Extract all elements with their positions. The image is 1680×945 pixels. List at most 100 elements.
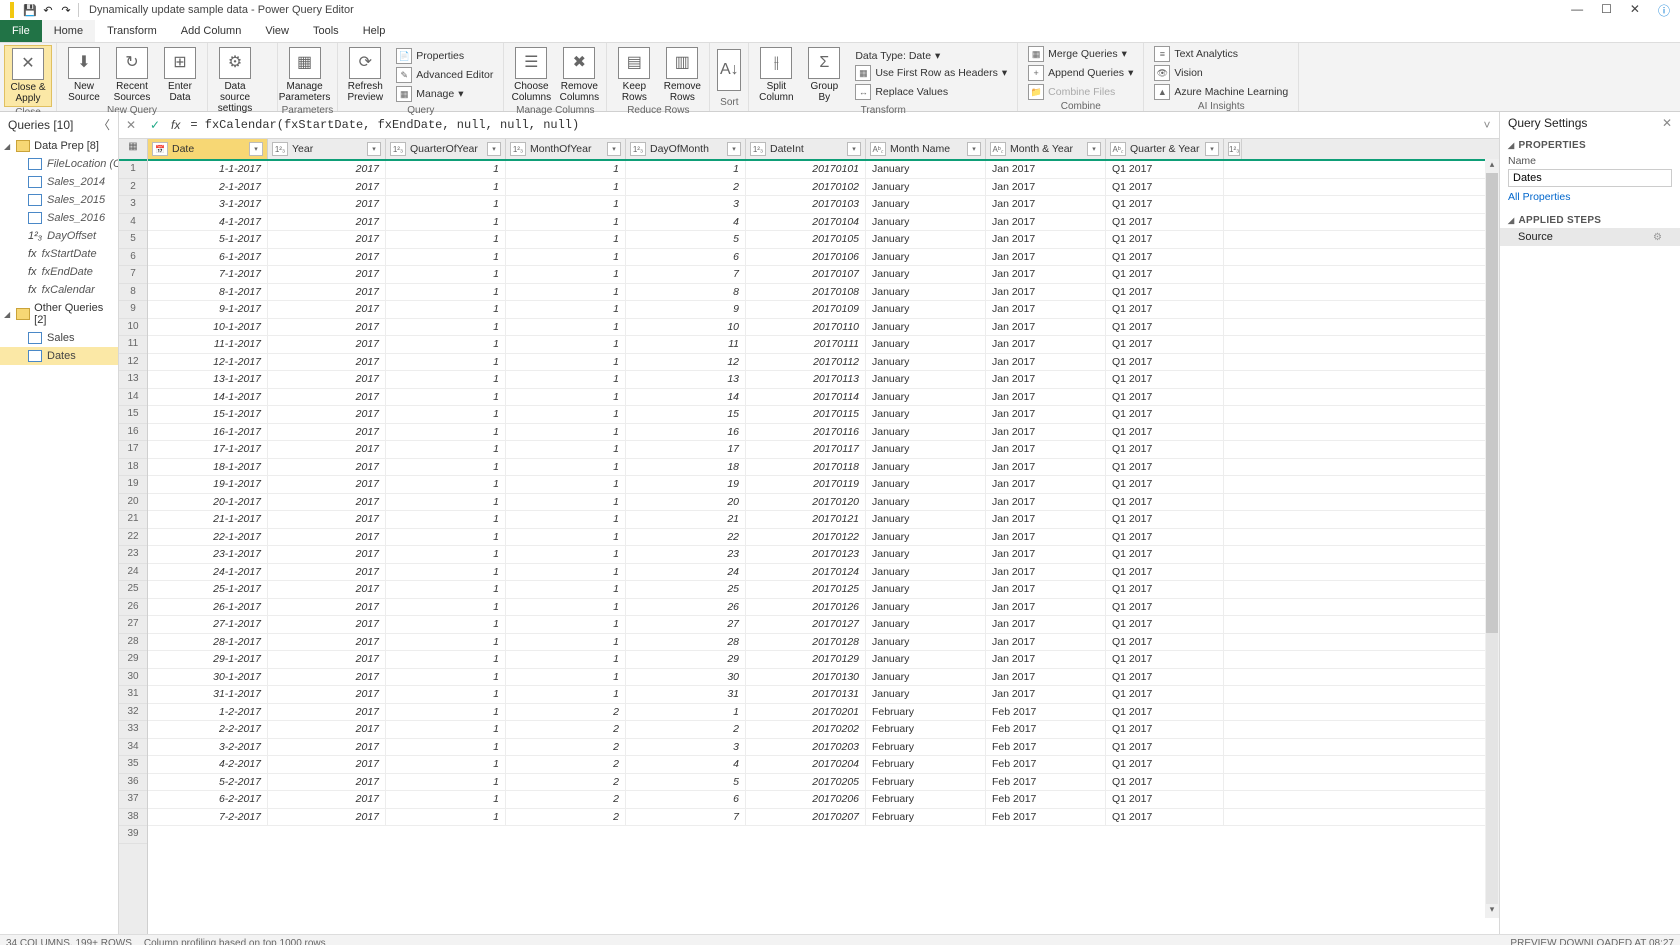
redo-icon[interactable]: ↷	[58, 2, 74, 18]
cell[interactable]: 1	[386, 599, 506, 616]
data-type-button[interactable]: Data Type: Date ▾	[853, 49, 1009, 63]
cell[interactable]: 3-2-2017	[148, 739, 268, 756]
cell[interactable]: 2017	[268, 809, 386, 826]
cell[interactable]: 18-1-2017	[148, 459, 268, 476]
table-row[interactable]: 8-1-2017201711820170108JanuaryJan 2017Q1…	[148, 284, 1499, 302]
tab-help[interactable]: Help	[351, 20, 398, 42]
cell[interactable]: 20170112	[746, 354, 866, 371]
cell[interactable]: 1	[386, 336, 506, 353]
cell[interactable]: 15	[626, 406, 746, 423]
table-row[interactable]: 24-1-20172017112420170124JanuaryJan 2017…	[148, 564, 1499, 582]
cell[interactable]: 20170108	[746, 284, 866, 301]
cell[interactable]: Jan 2017	[986, 634, 1106, 651]
type-icon[interactable]: 1²₃	[630, 142, 646, 156]
cell[interactable]: Jan 2017	[986, 249, 1106, 266]
v-scroll-thumb[interactable]	[1486, 173, 1498, 633]
vertical-scrollbar[interactable]: ▴ ▾	[1485, 159, 1499, 918]
cell[interactable]: Jan 2017	[986, 214, 1106, 231]
row-number[interactable]: 15	[119, 406, 147, 424]
cell[interactable]: 1	[506, 634, 626, 651]
cell[interactable]: 1	[506, 494, 626, 511]
cell[interactable]: 1	[386, 686, 506, 703]
help-button[interactable]: ⓘ	[1658, 2, 1670, 19]
column-header[interactable]: Aᵇ꜀Month Name▾	[866, 139, 986, 159]
cell[interactable]: 21-1-2017	[148, 511, 268, 528]
cell[interactable]: 1	[506, 546, 626, 563]
cell[interactable]: 9	[626, 301, 746, 318]
cell[interactable]: February	[866, 791, 986, 808]
cell[interactable]: Jan 2017	[986, 354, 1106, 371]
type-icon[interactable]: 1²₃	[390, 142, 406, 156]
cell[interactable]: 12	[626, 354, 746, 371]
cell[interactable]: January	[866, 319, 986, 336]
cell[interactable]: Jan 2017	[986, 336, 1106, 353]
cell[interactable]: 9-1-2017	[148, 301, 268, 318]
cell[interactable]: Q1 2017	[1106, 284, 1224, 301]
cell[interactable]: 1	[386, 196, 506, 213]
cell[interactable]: January	[866, 441, 986, 458]
cell[interactable]: January	[866, 669, 986, 686]
row-number[interactable]: 3	[119, 196, 147, 214]
cell[interactable]: Jan 2017	[986, 494, 1106, 511]
cell[interactable]: Jan 2017	[986, 564, 1106, 581]
cell[interactable]: 2017	[268, 249, 386, 266]
cell[interactable]: 2017	[268, 651, 386, 668]
cell[interactable]: Q1 2017	[1106, 704, 1224, 721]
cell[interactable]: 1	[506, 651, 626, 668]
row-number[interactable]: 36	[119, 774, 147, 792]
cell[interactable]: 1	[506, 686, 626, 703]
cell[interactable]: 20170103	[746, 196, 866, 213]
cell[interactable]: 14	[626, 389, 746, 406]
table-row[interactable]: 15-1-20172017111520170115JanuaryJan 2017…	[148, 406, 1499, 424]
cell[interactable]: 3-1-2017	[148, 196, 268, 213]
manage-button[interactable]: ▦Manage ▾	[394, 85, 495, 103]
filter-dropdown-icon[interactable]: ▾	[727, 142, 741, 156]
cell[interactable]: Jan 2017	[986, 511, 1106, 528]
cell[interactable]: 20170128	[746, 634, 866, 651]
cell[interactable]: Jan 2017	[986, 529, 1106, 546]
cell[interactable]: 20170123	[746, 546, 866, 563]
cell[interactable]: 20-1-2017	[148, 494, 268, 511]
type-icon[interactable]: 1²₃	[272, 142, 288, 156]
cell[interactable]: Feb 2017	[986, 774, 1106, 791]
cell[interactable]: 14-1-2017	[148, 389, 268, 406]
cell[interactable]: 1	[506, 459, 626, 476]
cell[interactable]: February	[866, 704, 986, 721]
cell[interactable]: Q1 2017	[1106, 809, 1224, 826]
cell[interactable]: 1	[506, 301, 626, 318]
cell[interactable]: 2	[506, 704, 626, 721]
cell[interactable]: 2017	[268, 581, 386, 598]
close-settings-icon[interactable]: ✕	[1662, 116, 1672, 130]
cell[interactable]: 20170109	[746, 301, 866, 318]
cell[interactable]: January	[866, 301, 986, 318]
cell[interactable]: 15-1-2017	[148, 406, 268, 423]
cell[interactable]: 1	[506, 669, 626, 686]
cell[interactable]: 7-1-2017	[148, 266, 268, 283]
cell[interactable]: 1	[386, 371, 506, 388]
maximize-button[interactable]: ☐	[1601, 2, 1612, 19]
cell[interactable]: 2017	[268, 196, 386, 213]
cell[interactable]: Q1 2017	[1106, 651, 1224, 668]
cell[interactable]: January	[866, 266, 986, 283]
cell[interactable]: 2017	[268, 371, 386, 388]
cell[interactable]: Q1 2017	[1106, 546, 1224, 563]
cell[interactable]: Q1 2017	[1106, 721, 1224, 738]
cell[interactable]: January	[866, 686, 986, 703]
row-number[interactable]: 23	[119, 546, 147, 564]
table-row[interactable]: 31-1-20172017113120170131JanuaryJan 2017…	[148, 686, 1499, 704]
table-row[interactable]: 4-2-2017201712420170204FebruaryFeb 2017Q…	[148, 756, 1499, 774]
cell[interactable]: Q1 2017	[1106, 441, 1224, 458]
table-row[interactable]: 16-1-20172017111620170116JanuaryJan 2017…	[148, 424, 1499, 442]
row-number[interactable]: 37	[119, 791, 147, 809]
cell[interactable]: January	[866, 336, 986, 353]
cell[interactable]: 2017	[268, 424, 386, 441]
row-number[interactable]: 12	[119, 354, 147, 372]
cell[interactable]: 17-1-2017	[148, 441, 268, 458]
table-row[interactable]: 20-1-20172017112020170120JanuaryJan 2017…	[148, 494, 1499, 512]
cell[interactable]: Jan 2017	[986, 161, 1106, 178]
cell[interactable]: 20170107	[746, 266, 866, 283]
cell[interactable]: January	[866, 616, 986, 633]
query-item[interactable]: fxfxEndDate	[0, 263, 118, 281]
column-header-extra[interactable]: 1²₃	[1224, 139, 1242, 159]
cell[interactable]: 4	[626, 214, 746, 231]
